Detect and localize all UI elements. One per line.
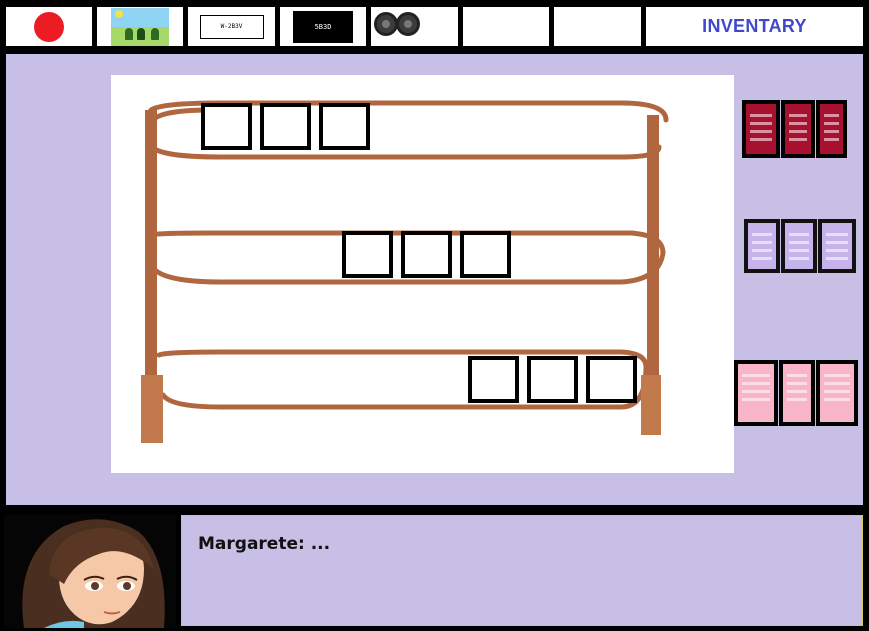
inventory-slot-2[interactable]	[97, 7, 183, 46]
shelf-slot-r3-2[interactable]	[527, 356, 578, 403]
dialogue-text: Margarete: ...	[198, 534, 331, 554]
dark-red-book[interactable]	[742, 100, 780, 158]
lilac-book[interactable]	[818, 219, 856, 273]
pink-book[interactable]	[734, 360, 778, 426]
shelf-slot-r3-3[interactable]	[586, 356, 637, 403]
shelf-slot-r1-2[interactable]	[260, 103, 311, 150]
book-group-pink	[734, 360, 859, 426]
dialogue-box[interactable]: Margarete: ...	[181, 515, 863, 626]
character-portrait	[4, 514, 176, 628]
inventory-slot-7[interactable]	[554, 7, 641, 46]
shelf-slot-r3-1[interactable]	[468, 356, 519, 403]
lilac-book[interactable]	[781, 219, 817, 273]
bookshelf-panel	[111, 75, 734, 473]
white-note-text: W-2B3V	[220, 23, 243, 30]
margarete-avatar	[4, 514, 176, 628]
book-group-lilac	[744, 219, 857, 273]
game-background	[6, 54, 863, 505]
pink-book[interactable]	[779, 360, 815, 426]
inventory-slot-4[interactable]: 5B3D	[280, 7, 366, 46]
inventory-bar: W-2B3V 5B3D INVENTARY	[0, 0, 869, 50]
shelf-slot-r1-3[interactable]	[319, 103, 370, 150]
black-note-icon[interactable]: 5B3D	[293, 10, 353, 43]
game-area	[0, 50, 869, 510]
white-note-icon[interactable]: W-2B3V	[199, 14, 264, 39]
shelf-slot-r2-3[interactable]	[460, 231, 511, 278]
inventory-slot-1[interactable]	[6, 7, 92, 46]
pink-book[interactable]	[816, 360, 858, 426]
red-dot-icon[interactable]	[34, 11, 64, 42]
dialogue-area: Margarete: ...	[0, 510, 869, 631]
inventory-slot-6[interactable]	[463, 7, 549, 46]
dark-red-book[interactable]	[781, 100, 815, 158]
black-note-text: 5B3D	[314, 22, 332, 31]
wheels-icon[interactable]	[373, 11, 420, 39]
inventory-slot-3[interactable]: W-2B3V	[188, 7, 275, 46]
inventory-button[interactable]: INVENTARY	[646, 7, 863, 46]
landscape-picture-icon[interactable]	[111, 7, 169, 46]
shelf-slot-r2-1[interactable]	[342, 231, 393, 278]
shelf-slot-r1-1[interactable]	[201, 103, 252, 150]
dark-red-book[interactable]	[816, 100, 847, 158]
shelf-slot-r2-2[interactable]	[401, 231, 452, 278]
inventory-slot-5[interactable]	[371, 7, 458, 46]
lilac-book[interactable]	[744, 219, 780, 273]
book-group-dark-red	[742, 100, 848, 158]
inventory-title: INVENTARY	[702, 16, 807, 36]
